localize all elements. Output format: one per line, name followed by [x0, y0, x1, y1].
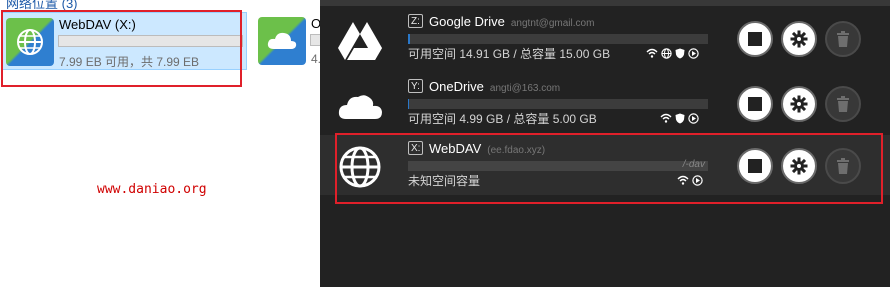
shield-icon [675, 113, 685, 123]
capacity-fill [408, 34, 410, 44]
highlight-box [1, 10, 242, 87]
globe-small-icon [661, 47, 672, 59]
wifi-icon [646, 48, 658, 58]
status-flags [646, 47, 699, 59]
stop-button[interactable] [737, 21, 773, 57]
drive-name: O [311, 16, 320, 31]
capacity-fill [408, 99, 409, 109]
capacity-bar [408, 34, 708, 44]
trash-icon [837, 96, 849, 112]
stop-icon [748, 97, 762, 111]
capacity-text: 可用空间 4.99 GB / 总容量 5.00 GB [408, 112, 597, 126]
wifi-icon [660, 113, 672, 123]
delete-button[interactable] [825, 86, 861, 122]
drive-name: OneDrive [429, 79, 484, 94]
drive-letter: Z: [408, 14, 423, 28]
settings-button[interactable] [781, 21, 817, 57]
drive-title: OneDrive angti@163.com [429, 79, 560, 94]
drive-title: Google Drive angtnt@gmail.com [429, 14, 594, 29]
trash-icon [837, 31, 849, 47]
drive-row-google-drive[interactable]: Z: Google Drive angtnt@gmail.com 可用空间 14.… [320, 8, 890, 68]
gear-icon [790, 30, 808, 48]
play-circle-icon [688, 47, 699, 59]
drive-row-onedrive[interactable]: Y: OneDrive angti@163.com 可用空间 4.99 GB / … [320, 73, 890, 133]
stop-icon [748, 32, 762, 46]
drive-usage-bar [310, 34, 320, 46]
drive-usage-text: 4. [311, 52, 320, 66]
capacity-bar [408, 99, 708, 109]
gear-icon [790, 95, 808, 113]
cloud-icon [258, 17, 306, 65]
settings-button[interactable] [781, 86, 817, 122]
drive-account: angti@163.com [489, 83, 561, 94]
play-circle-icon [688, 112, 699, 124]
title-bar [320, 0, 890, 6]
drive-name: Google Drive [429, 14, 505, 29]
drive-letter: Y: [408, 79, 423, 93]
highlight-box [335, 133, 883, 204]
delete-button[interactable] [825, 21, 861, 57]
onedrive-cloud-icon [336, 83, 384, 127]
shield-icon [675, 48, 685, 58]
watermark-text: www.daniao.org [97, 182, 207, 197]
drive-tile-onedrive[interactable]: O 4. [256, 12, 320, 70]
status-flags [660, 112, 699, 124]
capacity-text: 可用空间 14.91 GB / 总容量 15.00 GB [408, 47, 611, 61]
google-drive-icon [336, 18, 384, 62]
stop-button[interactable] [737, 86, 773, 122]
drive-account: angtnt@gmail.com [510, 18, 595, 29]
